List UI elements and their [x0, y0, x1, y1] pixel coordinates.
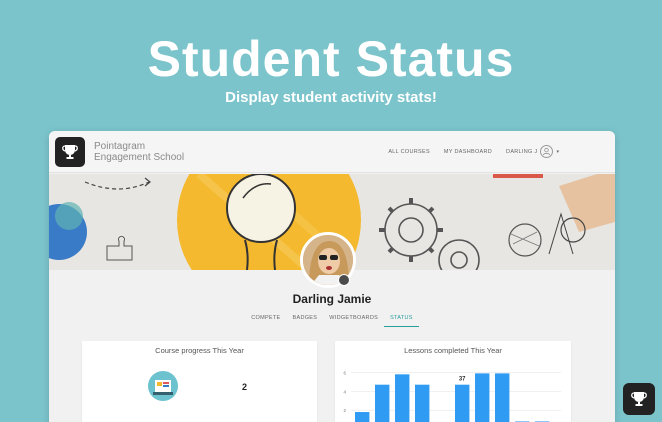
- tab-badges[interactable]: BADGES: [287, 313, 324, 327]
- corner-trophy-logo-icon[interactable]: [623, 383, 655, 415]
- lessons-chart-title: Lessons completed This Year: [404, 346, 502, 355]
- tab-status[interactable]: STATUS: [384, 313, 419, 327]
- trophy-logo-icon[interactable]: [55, 136, 85, 167]
- y-tick-label: 2: [343, 408, 346, 413]
- y-tick-label: 6: [343, 370, 346, 375]
- profile-name: Darling Jamie: [292, 292, 372, 306]
- user-name: DARLING J: [506, 148, 538, 155]
- school-name-line1: Pointagram: [94, 140, 146, 152]
- course-illustration-icon: [148, 371, 178, 401]
- user-menu[interactable]: DARLING J ▾: [506, 145, 559, 158]
- hero-title: Student Status: [147, 31, 515, 87]
- y-tick-label: 4: [343, 389, 346, 394]
- school-name-line2: Engagement School: [94, 151, 185, 163]
- bar: [455, 384, 470, 422]
- bar: [375, 384, 390, 422]
- nav-all-courses[interactable]: ALL COURSES: [388, 149, 430, 155]
- school-name: Pointagram Engagement School: [94, 141, 184, 163]
- hero-subtitle: Display student activity stats!: [225, 89, 437, 106]
- nav-my-dashboard[interactable]: MY DASHBOARD: [444, 149, 492, 155]
- bar: [415, 384, 430, 422]
- top-nav: ALL COURSES MY DASHBOARD DARLING J ▾: [388, 145, 559, 158]
- top-bar: Pointagram Engagement School ALL COURSES…: [49, 131, 615, 173]
- tab-compete[interactable]: COMPETE: [245, 313, 286, 327]
- bar: [475, 373, 490, 422]
- chevron-down-icon: ▾: [556, 148, 559, 155]
- lessons-chart-card: Lessons completed This Year 024637: [335, 341, 571, 422]
- profile-tabs: COMPETE BADGES WIDGETBOARDS STATUS: [49, 313, 615, 327]
- app-window: Pointagram Engagement School ALL COURSES…: [49, 131, 615, 422]
- course-progress-value: 2: [242, 382, 248, 392]
- bar-annotation: 37: [459, 377, 466, 383]
- tab-widgetboards[interactable]: WIDGETBOARDS: [323, 313, 384, 327]
- user-avatar-icon: [540, 145, 554, 158]
- course-progress-title: Course progress This Year: [155, 346, 244, 355]
- lessons-bar-chart: 024637: [343, 370, 561, 422]
- course-progress-card: Course progress This Year 2: [82, 341, 317, 422]
- bar: [495, 373, 510, 422]
- bar: [395, 374, 410, 422]
- bar: [355, 412, 370, 422]
- level-badge-icon: [338, 274, 350, 286]
